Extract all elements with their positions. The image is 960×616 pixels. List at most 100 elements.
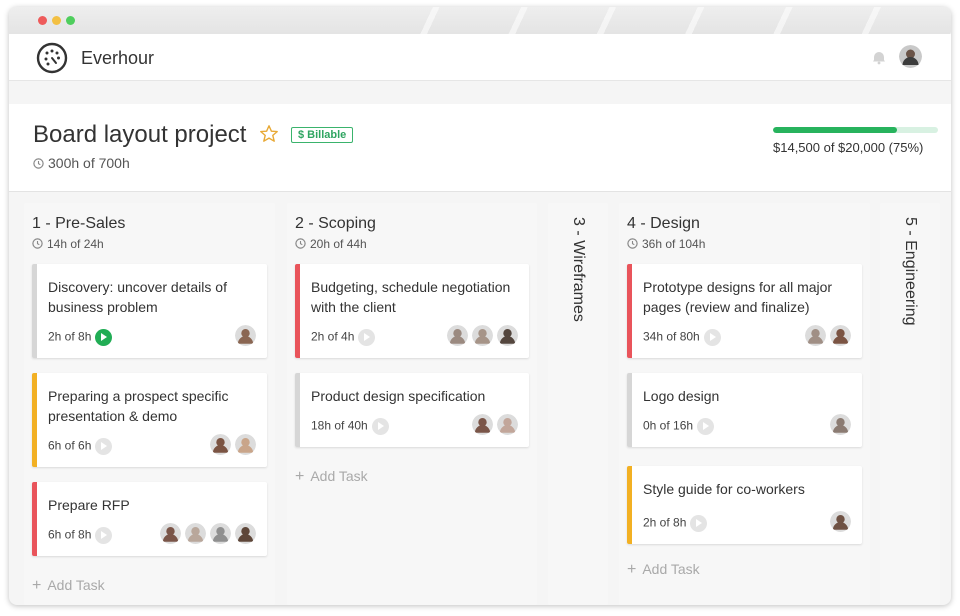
task-card[interactable]: Prototype designs for all major pages (r… xyxy=(627,264,862,358)
assignee-avatar[interactable] xyxy=(209,522,232,545)
task-hours-text: 0h of 16h xyxy=(643,418,694,433)
everhour-logo-icon[interactable] xyxy=(36,42,68,74)
assignee-avatar[interactable] xyxy=(234,522,257,545)
play-icon[interactable] xyxy=(95,527,113,544)
assignees xyxy=(234,324,257,347)
column-hours-text: 14h of 24h xyxy=(47,237,104,251)
card-status-strip xyxy=(295,373,300,447)
window-close-button[interactable] xyxy=(38,16,47,25)
add-task-label: Add Task xyxy=(47,577,105,593)
window-maximize-button[interactable] xyxy=(66,16,75,25)
assignees xyxy=(471,413,519,436)
add-task-button[interactable]: + Add Task xyxy=(627,561,700,579)
task-card[interactable]: Discovery: uncover details of business p… xyxy=(32,264,267,358)
task-title[interactable]: Prepare RFP xyxy=(48,495,248,515)
assignee-avatar[interactable] xyxy=(209,433,232,456)
play-icon[interactable] xyxy=(697,418,715,435)
card-status-strip xyxy=(32,264,37,358)
add-task-label: Add Task xyxy=(310,468,368,484)
kanban-board: 1 - Pre-Sales 14h of 24h Discovery: uncove… xyxy=(9,203,951,605)
assignee-avatar[interactable] xyxy=(159,522,182,545)
task-hours-text: 18h of 40h xyxy=(311,418,368,433)
card-status-strip xyxy=(627,373,632,447)
assignee-avatar[interactable] xyxy=(829,413,852,436)
assignee-avatar[interactable] xyxy=(829,510,852,533)
column-hours: 36h of 104h xyxy=(627,237,705,251)
play-icon[interactable] xyxy=(690,515,708,532)
star-icon[interactable] xyxy=(259,124,279,144)
assignee-avatar[interactable] xyxy=(471,413,494,436)
window-titlebar xyxy=(9,7,951,34)
add-task-button[interactable]: + Add Task xyxy=(295,468,368,486)
budget-progress-bar xyxy=(773,127,938,133)
task-title[interactable]: Preparing a prospect specific presentati… xyxy=(48,386,248,426)
play-icon[interactable] xyxy=(358,329,376,346)
column-title: 1 - Pre-Sales xyxy=(32,215,126,232)
card-status-strip xyxy=(627,264,632,358)
assignee-avatar[interactable] xyxy=(234,433,257,456)
assignee-avatar[interactable] xyxy=(234,324,257,347)
column-title: 2 - Scoping xyxy=(295,215,376,232)
assignee-avatar[interactable] xyxy=(804,324,827,347)
window-minimize-button[interactable] xyxy=(52,16,61,25)
user-avatar[interactable] xyxy=(899,45,922,68)
task-hours: 2h of 4h xyxy=(311,329,376,346)
task-card[interactable]: Budgeting, schedule negotiation with the… xyxy=(295,264,529,358)
task-hours-text: 2h of 8h xyxy=(48,329,92,344)
board-column[interactable]: 3 - Wireframes xyxy=(548,203,608,605)
budget-text: $14,500 of $20,000 (75%) xyxy=(773,140,924,155)
board-column: 4 - Design 36h of 104h Prototype designs f… xyxy=(619,203,870,605)
assignee-avatar[interactable] xyxy=(471,324,494,347)
task-title[interactable]: Prototype designs for all major pages (r… xyxy=(643,277,843,317)
task-hours: 18h of 40h xyxy=(311,418,389,435)
play-icon[interactable] xyxy=(703,329,721,346)
task-title[interactable]: Budgeting, schedule negotiation with the… xyxy=(311,277,511,317)
budget-progress-fill xyxy=(773,127,897,133)
card-status-strip xyxy=(32,482,37,556)
clock-icon xyxy=(33,158,44,169)
task-hours-text: 6h of 6h xyxy=(48,438,92,453)
task-card[interactable]: Prepare RFP 6h of 8h xyxy=(32,482,267,556)
task-title[interactable]: Product design specification xyxy=(311,386,511,406)
card-status-strip xyxy=(627,466,632,544)
board-column[interactable]: 5 - Engineering xyxy=(880,203,940,605)
task-card[interactable]: Style guide for co-workers 2h of 8h xyxy=(627,466,862,544)
bell-icon[interactable] xyxy=(871,49,887,65)
play-icon[interactable] xyxy=(95,329,113,346)
play-icon[interactable] xyxy=(95,438,113,455)
assignees xyxy=(804,324,852,347)
app-window: Everhour Board layout project $ Billable… xyxy=(9,7,951,605)
task-hours: 34h of 80h xyxy=(643,329,721,346)
task-hours: 6h of 8h xyxy=(48,527,113,544)
clock-icon xyxy=(627,238,638,249)
plus-icon: + xyxy=(32,577,42,594)
card-status-strip xyxy=(32,373,37,467)
assignee-avatar[interactable] xyxy=(496,324,519,347)
assignees xyxy=(209,433,257,456)
task-card[interactable]: Preparing a prospect specific presentati… xyxy=(32,373,267,467)
column-title[interactable]: 5 - Engineering xyxy=(901,217,919,326)
task-title[interactable]: Style guide for co-workers xyxy=(643,479,843,499)
clock-icon xyxy=(295,238,306,249)
assignees xyxy=(829,413,852,436)
assignee-avatar[interactable] xyxy=(184,522,207,545)
plus-icon: + xyxy=(627,561,637,578)
task-hours: 2h of 8h xyxy=(643,515,708,532)
column-hours: 20h of 44h xyxy=(295,237,367,251)
task-title[interactable]: Discovery: uncover details of business p… xyxy=(48,277,248,317)
assignee-avatar[interactable] xyxy=(446,324,469,347)
play-icon[interactable] xyxy=(371,418,389,435)
assignees xyxy=(446,324,519,347)
billable-badge[interactable]: $ Billable xyxy=(291,127,354,143)
clock-icon xyxy=(32,238,43,249)
project-hours-text: 300h of 700h xyxy=(48,155,130,171)
column-title[interactable]: 3 - Wireframes xyxy=(569,217,587,322)
task-hours-text: 2h of 4h xyxy=(311,329,355,344)
assignee-avatar[interactable] xyxy=(496,413,519,436)
add-task-button[interactable]: + Add Task xyxy=(32,577,105,595)
task-card[interactable]: Logo design 0h of 16h xyxy=(627,373,862,447)
task-card[interactable]: Product design specification 18h of 40h xyxy=(295,373,529,447)
task-title[interactable]: Logo design xyxy=(643,386,843,406)
assignee-avatar[interactable] xyxy=(829,324,852,347)
task-hours-text: 34h of 80h xyxy=(643,329,700,344)
